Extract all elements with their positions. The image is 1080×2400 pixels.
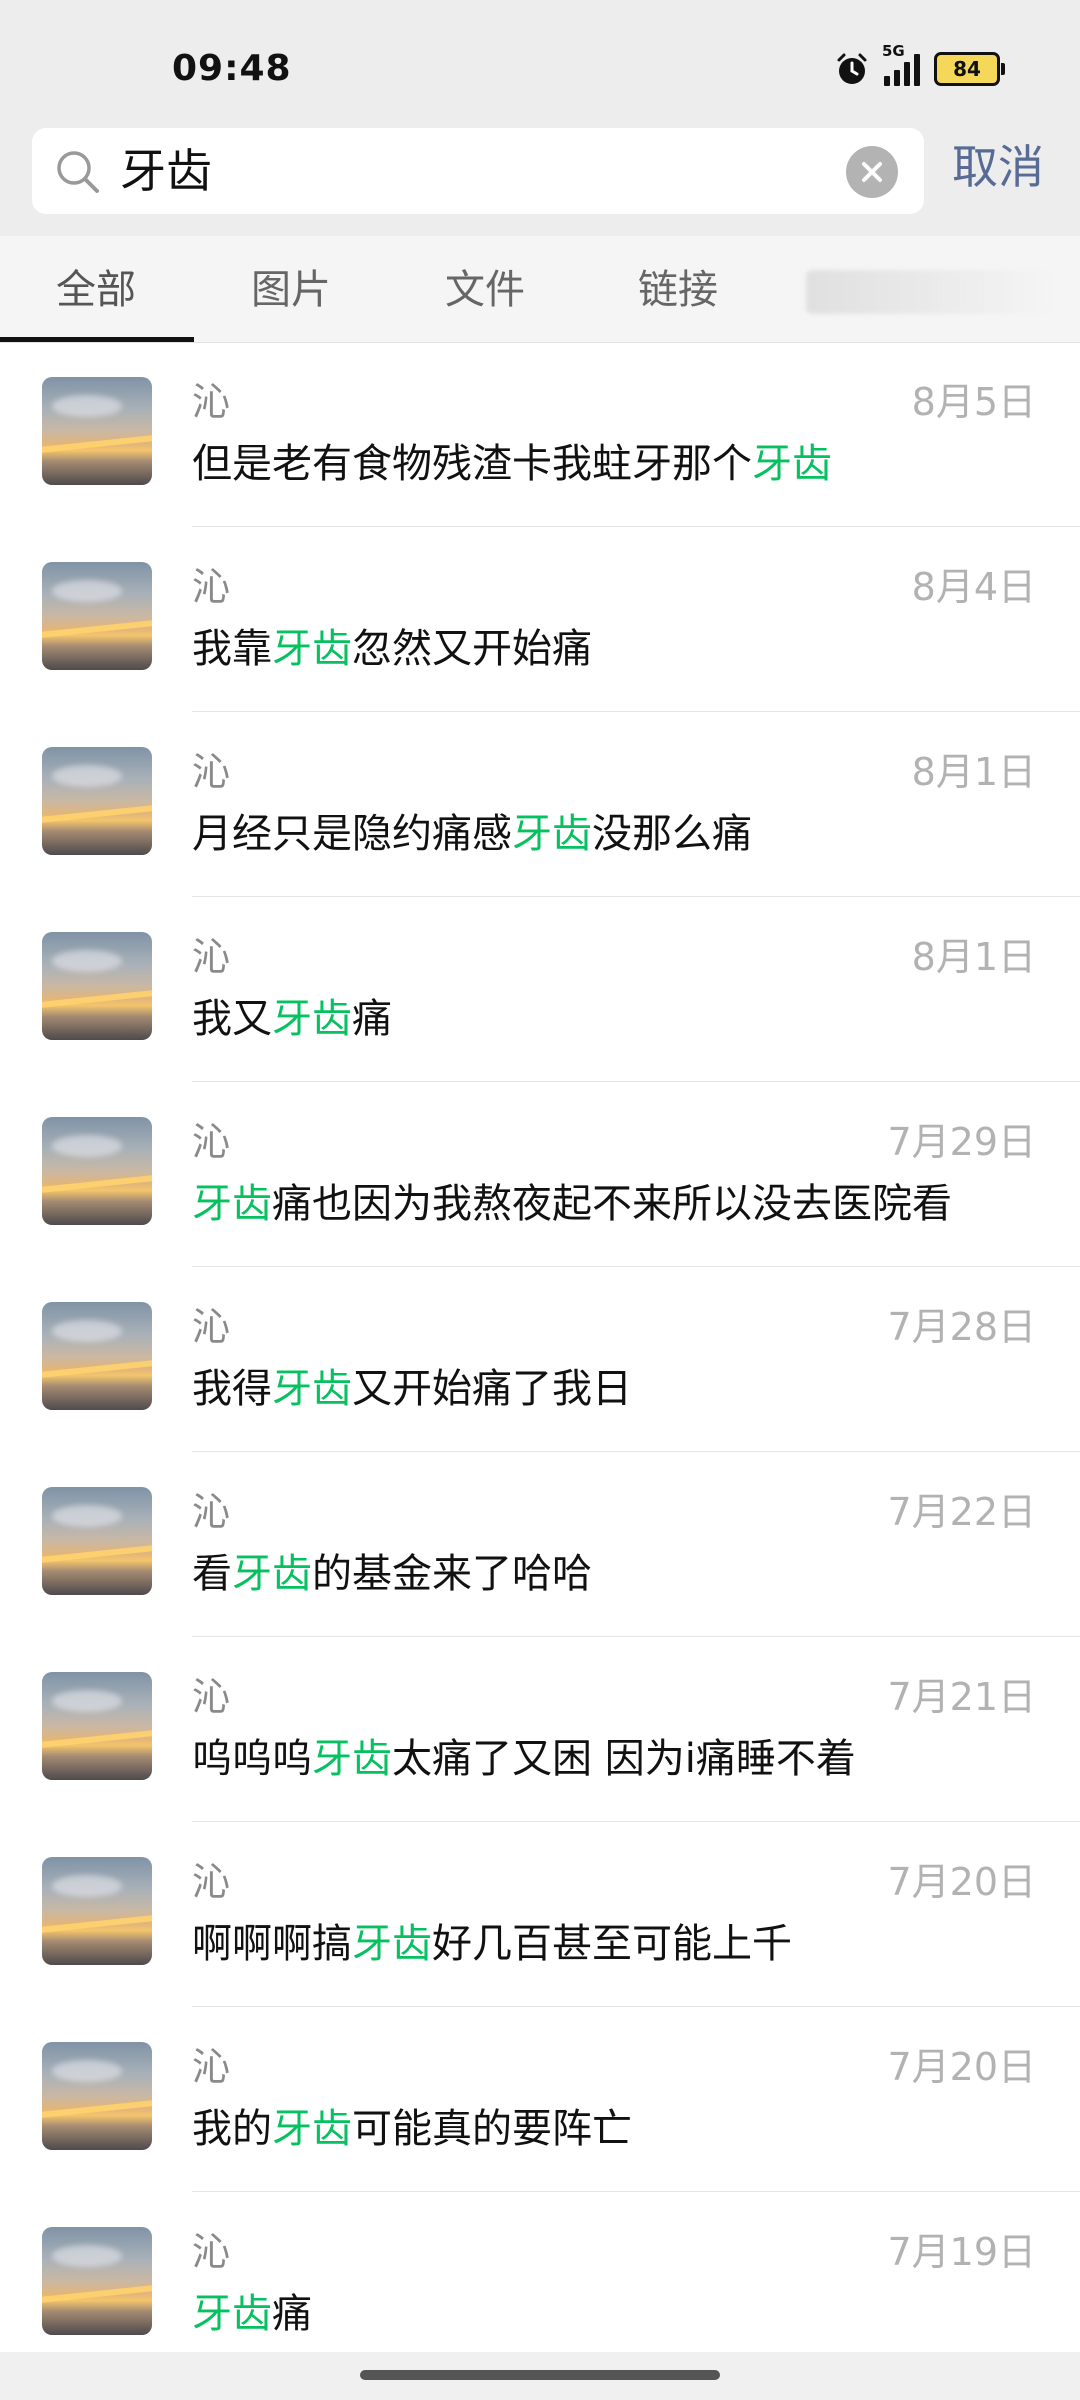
clear-icon[interactable] [846,146,898,198]
message-snippet: 牙齿痛 [192,2291,312,2337]
message-snippet: 我得牙齿又开始痛了我日 [192,1366,632,1412]
search-query: 牙齿 [120,144,212,198]
filter-tabs: 全部 图片 文件 链接 [0,236,1080,343]
keyword-highlight: 牙齿 [312,1736,392,1782]
keyword-highlight: 牙齿 [272,2106,352,2152]
keyword-highlight: 牙齿 [272,996,352,1042]
list-item[interactable]: 沁 7月29日 牙齿痛也因为我熬夜起不来所以没去医院看 [0,1082,1080,1267]
message-date: 8月1日 [911,935,1036,979]
sender-name: 沁 [192,2045,231,2089]
search-results-list: 沁 8月5日 但是老有食物残渣卡我蛀牙那个牙齿 沁 8月4日 我靠牙齿忽然又开始… [0,342,1080,2377]
keyword-highlight: 牙齿 [192,1181,272,1227]
avatar [42,747,152,855]
tab-images[interactable]: 图片 [251,266,331,314]
avatar [42,932,152,1040]
search-icon [57,151,99,193]
sender-name: 沁 [192,1120,231,1164]
avatar [42,1302,152,1410]
message-snippet: 看牙齿的基金来了哈哈 [192,1551,592,1597]
signal-icon: 5G [882,42,920,86]
avatar [42,2042,152,2150]
search-input[interactable]: 牙齿 [32,128,924,214]
alarm-icon [837,53,867,84]
sender-name: 沁 [192,935,231,979]
avatar [42,562,152,670]
tab-links[interactable]: 链接 [638,266,718,314]
message-date: 7月20日 [887,2045,1036,2089]
close-icon [862,162,882,182]
sender-name: 沁 [192,1675,231,1719]
message-date: 7月20日 [887,1860,1036,1904]
keyword-highlight: 牙齿 [232,1551,312,1597]
avatar [42,1857,152,1965]
message-snippet: 我的牙齿可能真的要阵亡 [192,2106,632,2152]
list-item[interactable]: 沁 7月21日 呜呜呜牙齿太痛了又困 因为i痛睡不着 [0,1637,1080,1822]
keyword-highlight: 牙齿 [352,1921,432,1967]
sender-name: 沁 [192,750,231,794]
sender-name: 沁 [192,1490,231,1534]
message-snippet: 我又牙齿痛 [192,996,392,1042]
list-item[interactable]: 沁 7月19日 牙齿痛 [0,2192,1080,2377]
search-header: 牙齿 取消 [0,120,1080,236]
message-snippet: 但是老有食物残渣卡我蛀牙那个牙齿 [192,441,832,487]
keyword-highlight: 牙齿 [272,1366,352,1412]
message-snippet: 牙齿痛也因为我熬夜起不来所以没去医院看 [192,1181,952,1227]
message-date: 7月29日 [887,1120,1036,1164]
message-date: 8月4日 [911,565,1036,609]
message-date: 7月22日 [887,1490,1036,1534]
battery-level: 84 [953,57,981,81]
keyword-highlight: 牙齿 [192,2291,272,2337]
home-indicator[interactable] [360,2370,720,2380]
message-snippet: 呜呜呜牙齿太痛了又困 因为i痛睡不着 [192,1736,856,1782]
status-icons: 5G 84 [834,42,1005,94]
battery-icon: 84 [934,52,1005,86]
keyword-highlight: 牙齿 [752,441,832,487]
list-item[interactable]: 沁 8月1日 月经只是隐约痛感牙齿没那么痛 [0,712,1080,897]
message-snippet: 我靠牙齿忽然又开始痛 [192,626,592,672]
list-item[interactable]: 沁 7月22日 看牙齿的基金来了哈哈 [0,1452,1080,1637]
avatar [42,1487,152,1595]
avatar [42,1117,152,1225]
sender-name: 沁 [192,565,231,609]
tab-files[interactable]: 文件 [445,266,525,314]
status-time: 09:48 [172,48,292,89]
message-date: 7月28日 [887,1305,1036,1349]
sender-name: 沁 [192,2230,231,2274]
keyword-highlight: 牙齿 [512,811,592,857]
list-item[interactable]: 沁 8月1日 我又牙齿痛 [0,897,1080,1082]
avatar [42,1672,152,1780]
tab-more-faded[interactable] [806,270,1056,314]
list-item[interactable]: 沁 8月5日 但是老有食物残渣卡我蛀牙那个牙齿 [0,342,1080,527]
list-item[interactable]: 沁 7月20日 啊啊啊搞牙齿好几百甚至可能上千 [0,1822,1080,2007]
message-snippet: 啊啊啊搞牙齿好几百甚至可能上千 [192,1921,792,1967]
message-date: 8月5日 [911,380,1036,424]
sender-name: 沁 [192,1305,231,1349]
status-bar: 09:48 5G 84 [0,0,1080,120]
list-item[interactable]: 沁 7月28日 我得牙齿又开始痛了我日 [0,1267,1080,1452]
message-date: 7月21日 [887,1675,1036,1719]
message-snippet: 月经只是隐约痛感牙齿没那么痛 [192,811,752,857]
avatar [42,377,152,485]
message-date: 8月1日 [911,750,1036,794]
message-date: 7月19日 [887,2230,1036,2274]
tab-all[interactable]: 全部 [56,266,136,314]
list-item[interactable]: 沁 7月20日 我的牙齿可能真的要阵亡 [0,2007,1080,2192]
list-item[interactable]: 沁 8月4日 我靠牙齿忽然又开始痛 [0,527,1080,712]
sender-name: 沁 [192,1860,231,1904]
keyword-highlight: 牙齿 [272,626,352,672]
network-label: 5G [882,42,905,60]
sender-name: 沁 [192,380,231,424]
cancel-button[interactable]: 取消 [952,142,1044,192]
avatar [42,2227,152,2335]
